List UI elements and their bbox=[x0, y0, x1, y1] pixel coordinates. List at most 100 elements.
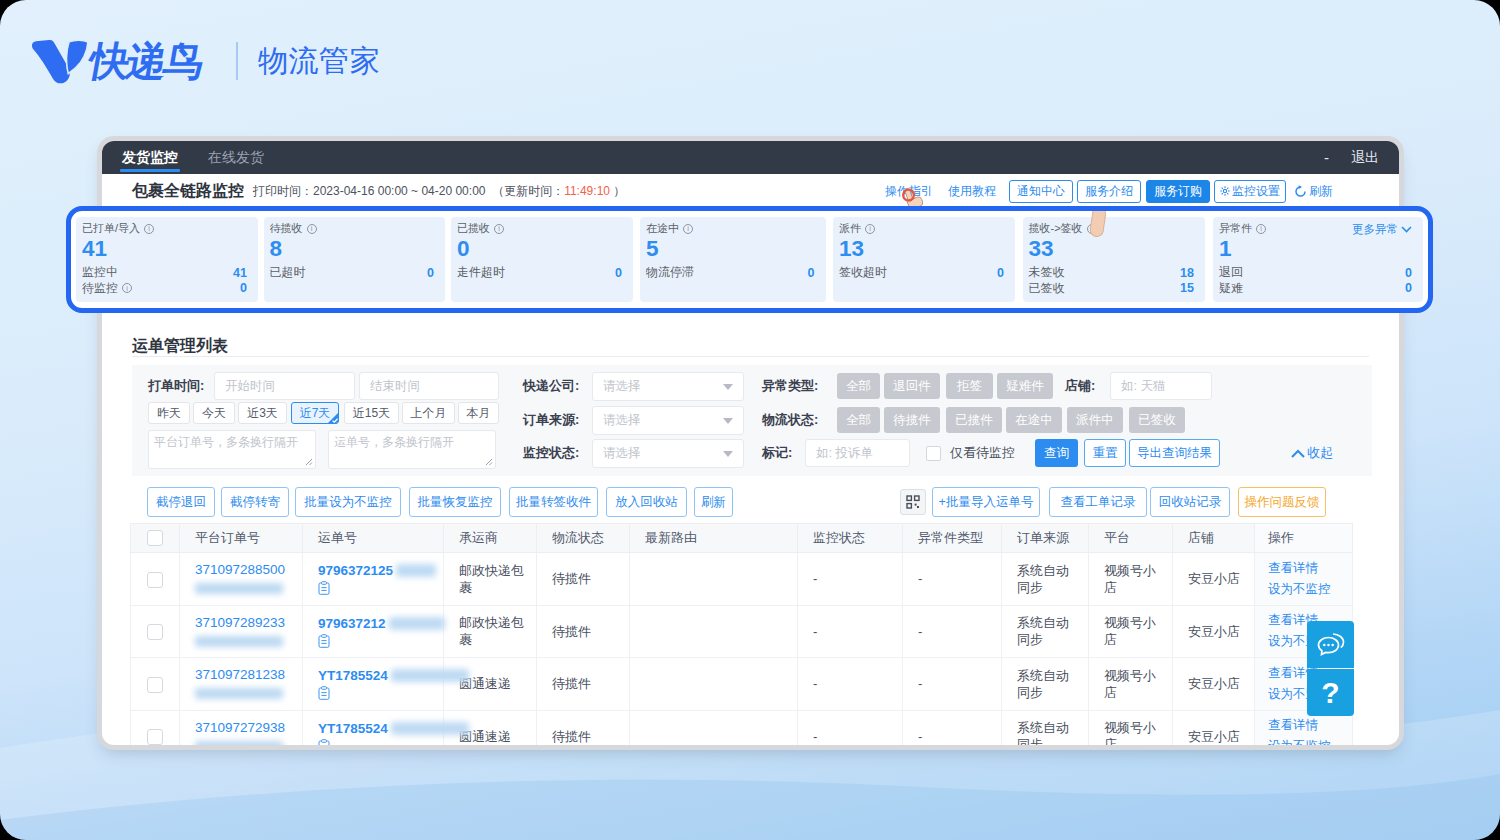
info-icon[interactable]: i bbox=[683, 224, 693, 234]
logistics-chip-pending[interactable]: 待揽件 bbox=[884, 407, 940, 433]
set-unmonitor-link[interactable]: 设为不监控 bbox=[1268, 579, 1346, 600]
monitor-setting-button[interactable]: 监控设置 bbox=[1214, 180, 1286, 203]
action-stop-forward[interactable]: 截停转寄 bbox=[221, 487, 289, 517]
order-number-link[interactable]: 371097272938 bbox=[195, 720, 296, 736]
quick-date-7days[interactable]: 近7天 bbox=[291, 402, 339, 424]
action-stop-return[interactable]: 截停退回 bbox=[147, 487, 215, 517]
select-all-checkbox[interactable] bbox=[147, 530, 163, 546]
window-minimize-button[interactable]: - bbox=[1324, 149, 1329, 166]
logistics-chip-intransit[interactable]: 在途中 bbox=[1006, 407, 1062, 433]
view-detail-link[interactable]: 查看详情 bbox=[1268, 558, 1346, 579]
row-checkbox[interactable] bbox=[147, 624, 163, 640]
service-order-button[interactable]: 服务订购 bbox=[1146, 180, 1210, 203]
monitor-status-select[interactable]: 请选择 bbox=[592, 439, 744, 468]
col-ops: 操作 bbox=[1255, 524, 1353, 553]
copy-icon[interactable] bbox=[318, 739, 330, 746]
refresh-button[interactable]: 刷新 bbox=[1294, 183, 1333, 200]
tab-shipping-monitor[interactable]: 发货监控 bbox=[120, 141, 180, 174]
action-recycle-records[interactable]: 回收站记录 bbox=[1150, 487, 1230, 517]
select-all-checkbox-cell[interactable] bbox=[131, 524, 180, 553]
row-checkbox-cell[interactable] bbox=[131, 553, 180, 606]
action-recycle[interactable]: 放入回收站 bbox=[606, 487, 687, 517]
copy-icon[interactable] bbox=[318, 686, 330, 700]
tracking-number[interactable]: 9796372125 bbox=[318, 563, 393, 578]
quick-date-3days[interactable]: 近3天 bbox=[238, 402, 287, 424]
filter-label-tag: 标记: bbox=[762, 439, 792, 467]
set-unmonitor-link[interactable]: 设为不监控 bbox=[1268, 736, 1346, 745]
copy-icon[interactable] bbox=[318, 634, 330, 648]
quick-date-15days[interactable]: 近15天 bbox=[344, 402, 399, 424]
order-number-link[interactable]: 371097288500 bbox=[195, 562, 296, 578]
collapse-link[interactable]: 收起 bbox=[1291, 444, 1333, 462]
logout-button[interactable]: 退出 bbox=[1351, 149, 1379, 167]
section-title: 运单管理列表 bbox=[132, 336, 228, 357]
grid-view-button[interactable] bbox=[900, 489, 926, 515]
end-time-input[interactable]: 结束时间 bbox=[359, 372, 499, 400]
status-cell: 待揽件 bbox=[537, 658, 630, 711]
notify-center-button[interactable]: 通知中心 bbox=[1009, 180, 1073, 203]
order-number-link[interactable]: 371097289233 bbox=[195, 615, 296, 631]
row-checkbox-cell[interactable] bbox=[131, 605, 180, 658]
tab-online-shipping[interactable]: 在线发货 bbox=[206, 141, 266, 174]
route-cell bbox=[630, 605, 798, 658]
quick-date-lastmonth[interactable]: 上个月 bbox=[402, 402, 455, 424]
row-checkbox-cell[interactable] bbox=[131, 658, 180, 711]
copy-icon[interactable] bbox=[318, 581, 330, 595]
action-batch-sign[interactable]: 批量转签收件 bbox=[509, 487, 598, 517]
order-numbers-textarea[interactable]: 平台订单号，多条换行隔开 bbox=[148, 430, 316, 469]
reset-button[interactable]: 重置 bbox=[1084, 439, 1126, 467]
tracking-numbers-textarea[interactable]: 运单号，多条换行隔开 bbox=[328, 430, 496, 469]
shop-input[interactable]: 如: 天猫 bbox=[1110, 372, 1212, 400]
row-checkbox[interactable] bbox=[147, 677, 163, 693]
quick-date-today[interactable]: 今天 bbox=[193, 402, 235, 424]
view-detail-link[interactable]: 查看详情 bbox=[1268, 715, 1346, 736]
abnormal-chip-all[interactable]: 全部 bbox=[837, 373, 880, 399]
action-refresh[interactable]: 刷新 bbox=[694, 487, 733, 517]
blurred-text bbox=[396, 564, 436, 577]
abnormal-chip-difficult[interactable]: 疑难件 bbox=[997, 373, 1053, 399]
tracking-number[interactable]: YT1785524 bbox=[318, 668, 388, 683]
row-checkbox-cell[interactable] bbox=[131, 710, 180, 745]
only-monitor-checkbox[interactable] bbox=[926, 446, 941, 461]
filter-panel: 打单时间: 开始时间 结束时间 昨天 今天 近3天 近7天 近15天 上个月 本… bbox=[132, 365, 1372, 476]
query-button[interactable]: 查询 bbox=[1035, 439, 1078, 467]
service-intro-button[interactable]: 服务介绍 bbox=[1077, 180, 1141, 203]
abnormal-chip-reject[interactable]: 拒签 bbox=[946, 373, 993, 399]
more-abnormal-link[interactable]: 更多异常 bbox=[1352, 222, 1412, 237]
row-checkbox[interactable] bbox=[147, 572, 163, 588]
tracking-number[interactable]: YT1785524 bbox=[318, 721, 388, 736]
export-button[interactable]: 导出查询结果 bbox=[1129, 439, 1220, 467]
table-row: 371097289233 979637212 邮政快递包裹 待揽件 - - 系统… bbox=[131, 605, 1353, 658]
tag-input[interactable]: 如: 投诉单 bbox=[805, 439, 910, 467]
link-tutorial[interactable]: 使用教程 bbox=[948, 183, 996, 200]
tracking-number[interactable]: 979637212 bbox=[318, 616, 386, 631]
info-icon[interactable]: i bbox=[865, 224, 875, 234]
info-icon[interactable]: i bbox=[144, 224, 154, 234]
logistics-chip-all[interactable]: 全部 bbox=[837, 407, 880, 433]
start-time-input[interactable]: 开始时间 bbox=[214, 372, 355, 400]
express-select[interactable]: 请选择 bbox=[592, 372, 744, 401]
action-feedback[interactable]: 操作问题反馈 bbox=[1238, 487, 1326, 517]
abnormal-chip-return[interactable]: 退回件 bbox=[884, 373, 940, 399]
logistics-chip-collected[interactable]: 已揽件 bbox=[946, 407, 1002, 433]
quick-date-thismonth[interactable]: 本月 bbox=[458, 402, 499, 424]
action-batch-import[interactable]: +批量导入运单号 bbox=[932, 487, 1040, 517]
logistics-chip-delivering[interactable]: 派件中 bbox=[1067, 407, 1123, 433]
info-icon[interactable]: i bbox=[1256, 224, 1266, 234]
status-cell: 待揽件 bbox=[537, 710, 630, 745]
order-number-link[interactable]: 371097281238 bbox=[195, 667, 296, 683]
action-batch-unmonitor[interactable]: 批量设为不监控 bbox=[295, 487, 401, 517]
info-icon[interactable]: i bbox=[307, 224, 317, 234]
customer-service-button[interactable] bbox=[1307, 621, 1354, 668]
action-ticket-records[interactable]: 查看工单记录 bbox=[1049, 487, 1147, 517]
order-source-select[interactable]: 请选择 bbox=[592, 406, 744, 435]
logistics-chip-signed[interactable]: 已签收 bbox=[1129, 407, 1185, 433]
info-icon[interactable]: i bbox=[122, 283, 132, 293]
action-batch-restore[interactable]: 批量恢复监控 bbox=[409, 487, 501, 517]
carrier-cell: 邮政快递包裹 bbox=[444, 605, 537, 658]
filter-label-express: 快递公司: bbox=[523, 372, 579, 400]
help-button[interactable]: ? bbox=[1307, 669, 1354, 716]
quick-date-yesterday[interactable]: 昨天 bbox=[148, 402, 190, 424]
row-checkbox[interactable] bbox=[147, 729, 163, 745]
info-icon[interactable]: i bbox=[494, 224, 504, 234]
